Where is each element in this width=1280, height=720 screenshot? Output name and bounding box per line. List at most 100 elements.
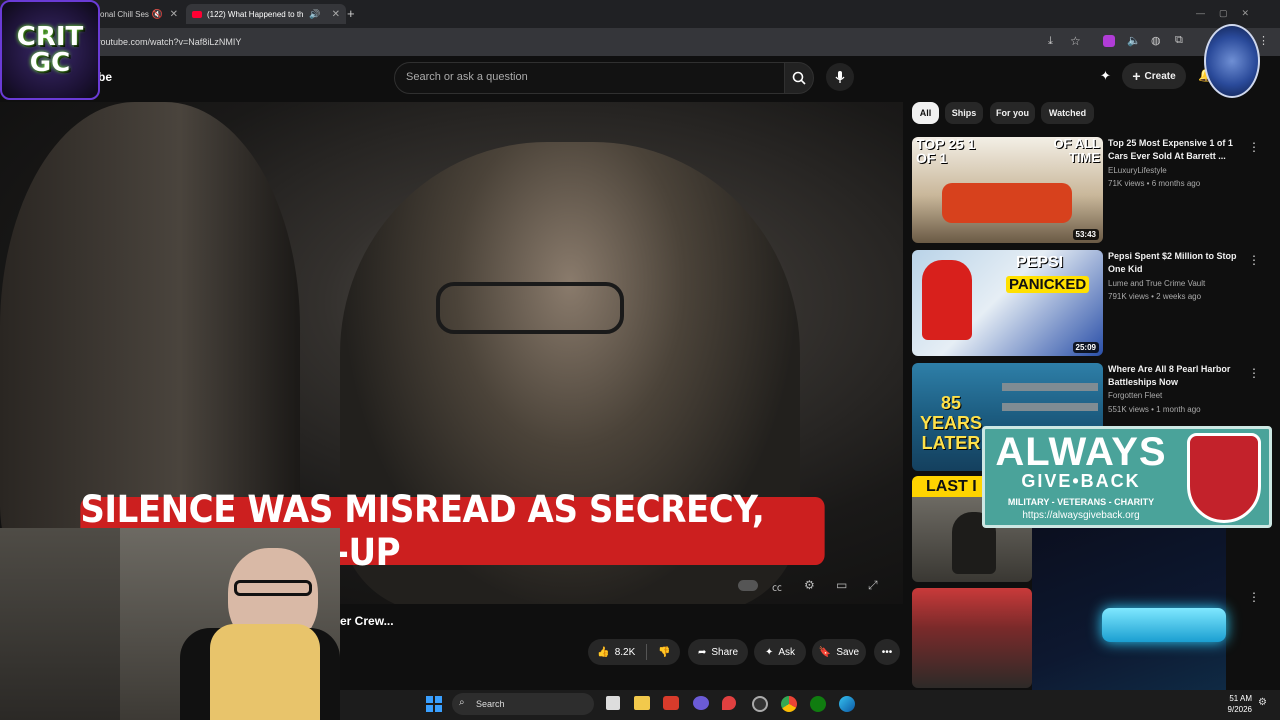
subtitles-icon[interactable]: ㏄ [772,579,782,594]
clock-time: 51 AM [1229,694,1252,703]
menu-icon[interactable]: ⋮ [1258,34,1269,47]
ask-button[interactable]: ✦ Ask [754,639,806,665]
fullscreen-icon[interactable]: ⤢ [868,578,878,593]
thumbnail-text: OF ALL TIME [1053,137,1100,165]
media-control-icon[interactable]: 🔈 [1127,34,1141,47]
video-thumbnail[interactable]: PEPSI PANICKED 25:09 [912,250,1103,356]
settings-gear-icon[interactable]: ⚙ [804,578,815,592]
thumbs-up-icon[interactable]: 👍 [597,647,609,658]
channel-logo: CRIT GC [0,0,100,100]
save-label: Save [836,646,860,658]
extensions-icon[interactable]: ◍ [1151,34,1161,47]
thumbnail-text: PEPSI [1016,254,1064,271]
search-placeholder: Search or ask a question [406,71,528,83]
search-icon [792,71,806,85]
obs-icon[interactable] [752,696,768,712]
more-options-icon[interactable]: ⋮ [1248,366,1260,380]
youtube-logo[interactable]: be [98,70,112,84]
chrome-icon[interactable] [781,696,797,712]
sparkle-icon: ✦ [764,646,774,658]
task-view-icon[interactable] [606,696,620,710]
video-thumbnail[interactable] [912,588,1032,688]
chip-for-you[interactable]: For you [990,102,1035,124]
video-duration: 53:43 [1072,229,1099,240]
discord-icon[interactable] [693,696,709,710]
puzzle-icon[interactable]: ⧉ [1175,34,1183,47]
theater-mode-icon[interactable]: ▭ [836,578,847,592]
microphone-icon [835,71,845,83]
chip-ships[interactable]: Ships [945,102,983,124]
install-app-icon[interactable]: ⤓ [1048,35,1053,48]
glasses-shape [234,580,312,596]
speaker-icon[interactable]: 🔊 [309,9,320,20]
recommendation-title[interactable]: Where Are All 8 Pearl Harbor Battleships… [1108,363,1238,389]
like-dislike-group[interactable]: 👍 8.2K 👎 [588,639,680,665]
clock-date: 9/2026 [1227,705,1252,714]
chip-watched[interactable]: Watched [1041,102,1094,124]
share-icon: ➦ [697,646,707,658]
bookmark-icon: 🔖 [818,646,832,658]
car-shape [942,183,1072,223]
more-options-icon[interactable]: ⋮ [1248,253,1260,267]
sponsor-subtitle: GIVE•BACK [1021,471,1141,491]
save-button[interactable]: 🔖 Save [812,639,866,665]
thumbs-down-icon[interactable]: 👎 [658,647,670,658]
taskbar-search-label: Search [476,699,505,709]
glasses-shape [436,282,624,334]
mute-icon[interactable]: 🔇 [152,9,163,20]
more-options-icon[interactable]: ⋮ [1248,590,1260,604]
video-meta: 791K views • 2 weeks ago [1108,292,1202,301]
gemini-icon[interactable]: ✦ [1100,68,1111,84]
app-icon[interactable] [663,696,679,710]
recommendation-title[interactable]: Pepsi Spent $2 Million to Stop One Kid [1108,250,1238,276]
bookmark-star-icon[interactable]: ☆ [1070,34,1081,48]
youtube-favicon-icon [192,10,202,18]
notification-center-icon[interactable]: ⚙ [1258,697,1267,708]
more-actions-button[interactable]: ••• [874,639,900,665]
voice-search-button[interactable] [826,63,854,91]
logo-text: GC [29,48,71,78]
close-tab-icon[interactable]: ✕ [170,9,178,20]
address-bar[interactable]: youtube.com/watch?v=Naf8iLzNMIY [96,32,1096,52]
taskbar-clock[interactable]: 51 AM 9/2026 [1224,693,1252,715]
sponsor-banner: ALWAYS GIVE•BACK MILITARY - VETERANS - C… [982,426,1272,528]
more-options-icon[interactable]: ⋮ [1248,140,1260,154]
video-thumbnail[interactable]: TOP 25 1 OF 1 OF ALL TIME 53:43 [912,137,1103,243]
ad-panel[interactable] [1032,528,1226,690]
video-meta: 551K views • 1 month ago [1108,405,1201,414]
edge-icon[interactable] [839,696,855,712]
close-tab-icon[interactable]: ✕ [332,9,340,20]
xbox-icon[interactable] [810,696,826,712]
create-button[interactable]: + Create [1122,63,1186,89]
share-button[interactable]: ➦ Share [688,639,748,665]
window-controls[interactable]: —▢✕ [1196,8,1263,19]
product-shape [1102,608,1226,642]
autoplay-toggle[interactable] [738,580,758,591]
search-input[interactable]: Search or ask a question [394,62,786,94]
thumbnail-text: 85 YEARS LATER [919,393,982,453]
share-label: Share [711,646,739,658]
channel-name[interactable]: ELuxuryLifestyle [1108,166,1167,175]
video-meta: 71K views • 6 months ago [1108,179,1201,188]
more-horizontal-icon: ••• [881,646,893,658]
channel-name[interactable]: Forgotten Fleet [1108,391,1162,400]
chip-all[interactable]: All [912,102,939,124]
webcam-overlay [0,528,340,720]
taskbar-search[interactable]: ⌕ Search [452,693,594,715]
extension-icon[interactable] [1103,35,1115,47]
browser-tab-active[interactable]: (122) What Happened to th 🔊 ✕ [186,4,346,24]
maps-pin-icon[interactable] [722,696,736,710]
new-tab-button[interactable]: + [347,6,355,21]
channel-name[interactable]: Lume and True Crime Vault [1108,279,1205,288]
windows-start-icon[interactable] [426,696,442,712]
sponsor-url: https://alwaysgiveback.org [1022,510,1140,521]
recommendation-title[interactable]: Top 25 Most Expensive 1 of 1 Cars Ever S… [1108,137,1238,163]
battleship-shape [1002,383,1098,391]
tab-title: onal Chill Ses [100,9,149,19]
thumbnail-text: TOP 25 1 OF 1 [916,137,976,166]
browser-tab[interactable]: onal Chill Ses 🔇 ✕ [96,4,184,24]
logo-text: CRIT [16,22,84,52]
tab-title: (122) What Happened to th [207,9,304,19]
shield-icon [1187,433,1261,523]
file-explorer-icon[interactable] [634,696,650,710]
